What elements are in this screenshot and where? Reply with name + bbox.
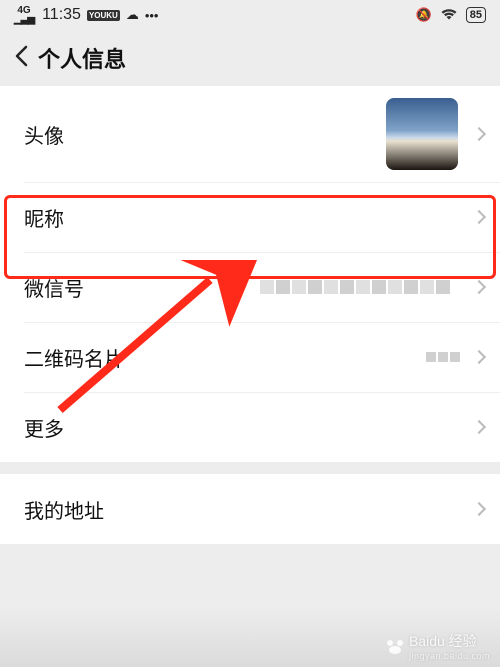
clock: 11:35: [42, 6, 81, 24]
row-label: 我的地址: [24, 495, 104, 524]
chevron-right-icon: [472, 127, 486, 141]
row-wechat-id[interactable]: 微信号: [0, 252, 500, 322]
wifi-icon: [440, 7, 458, 23]
row-label: 微信号: [24, 273, 84, 302]
row-label: 头像: [24, 120, 64, 149]
back-button[interactable]: [10, 43, 32, 74]
youku-badge: YOUKU: [87, 10, 120, 21]
settings-group-address: 我的地址: [0, 474, 500, 544]
row-my-address[interactable]: 我的地址: [0, 474, 500, 544]
chevron-right-icon: [472, 420, 486, 434]
group-separator: [0, 462, 500, 474]
row-avatar[interactable]: 头像: [0, 86, 500, 182]
row-nickname[interactable]: 昵称: [0, 182, 500, 252]
chevron-right-icon: [472, 280, 486, 294]
qrcode-icon: [426, 352, 460, 362]
watermark: Baidu 经验 jingyan.baidu.com: [385, 631, 490, 661]
blurred-value: [260, 272, 460, 302]
battery-indicator: 85: [466, 7, 486, 23]
status-left: 4G ▁▃▅ 11:35 YOUKU ☁ •••: [14, 6, 158, 24]
page-title: 个人信息: [38, 42, 126, 74]
row-qrcode[interactable]: 二维码名片: [0, 322, 500, 392]
row-label: 更多: [24, 413, 64, 442]
status-right: 🔕 85: [416, 7, 486, 23]
row-more[interactable]: 更多: [0, 392, 500, 462]
avatar-thumbnail: [386, 98, 458, 170]
more-dots: •••: [145, 8, 159, 23]
row-label: 二维码名片: [24, 343, 124, 372]
settings-group-profile: 头像 昵称 微信号 二维码名片 更多: [0, 86, 500, 462]
mute-icon: 🔕: [416, 7, 432, 23]
header: 个人信息: [0, 30, 500, 86]
status-bar: 4G ▁▃▅ 11:35 YOUKU ☁ ••• 🔕 85: [0, 0, 500, 30]
watermark-brand: Baidu 经验: [409, 633, 477, 649]
network-indicator: 4G ▁▃▅: [14, 6, 34, 24]
cloud-icon: ☁: [126, 7, 139, 23]
row-label: 昵称: [24, 203, 64, 232]
chevron-right-icon: [472, 502, 486, 516]
chevron-right-icon: [472, 350, 486, 364]
watermark-sub: jingyan.baidu.com: [409, 651, 490, 661]
chevron-right-icon: [472, 210, 486, 224]
